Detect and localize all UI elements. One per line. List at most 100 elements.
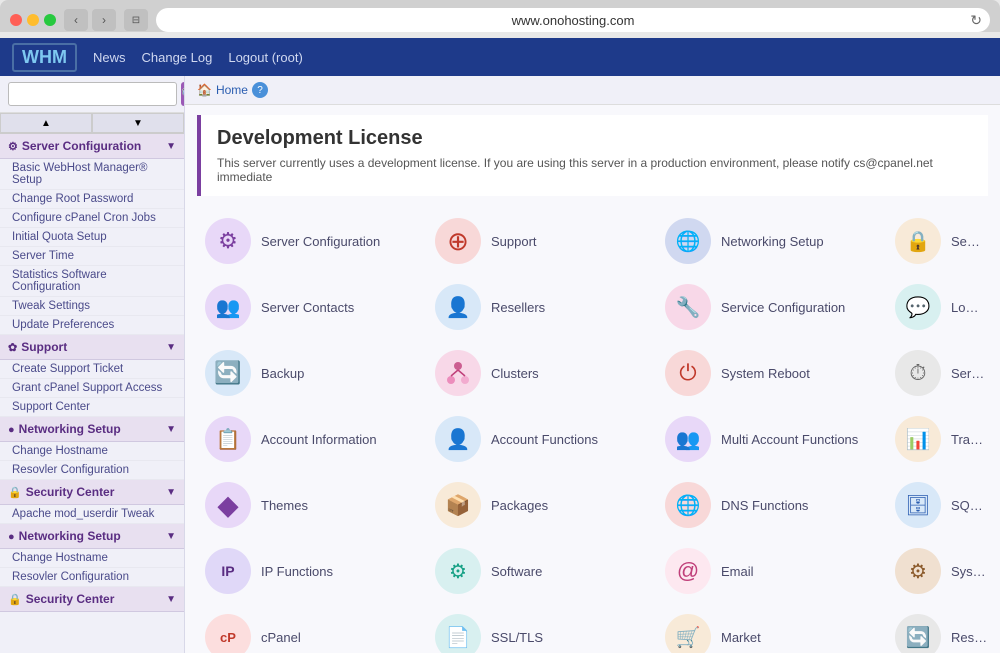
security-icon: 🔒 <box>8 487 22 499</box>
dns-grid-icon: 🌐 <box>665 482 711 528</box>
grid-row-7: cP cPanel 📄 SSL/TLS 🛒 Market 🔄 Res… <box>197 604 988 653</box>
back-button[interactable]: ‹ <box>64 9 88 31</box>
grid-container: ⚙ Server Configuration ⊕ Support 🌐 Netwo… <box>185 204 1000 653</box>
sidebar-item-tweak-settings[interactable]: Tweak Settings <box>0 297 184 316</box>
grid-item-server-info[interactable]: ⏱ Ser… <box>887 340 1000 406</box>
ip-grid-icon: IP <box>205 548 251 594</box>
grid-item-label: Clusters <box>491 366 539 381</box>
sidebar-section-security-2[interactable]: 🔒Security Center ▼ <box>0 587 184 612</box>
grid-item-label: Ser… <box>951 366 984 381</box>
layout-button[interactable]: ⊟ <box>124 9 148 31</box>
sys-health-grid-icon: ⚙ <box>895 548 941 594</box>
help-icon[interactable]: ? <box>252 82 268 98</box>
whm-logo-text: WHM <box>22 47 67 67</box>
sidebar-item-resolver-config[interactable]: Resovler Configuration <box>0 461 184 480</box>
grid-item-label: SQ… <box>951 498 983 513</box>
grid-item-label: Service Configuration <box>721 300 845 315</box>
grid-item-restore[interactable]: 🔄 Res… <box>887 604 1000 653</box>
grid-item-ip-functions[interactable]: IP IP Functions <box>197 538 427 604</box>
grid-item-sql[interactable]: 🗄 SQ… <box>887 472 1000 538</box>
app-container: WHM News Change Log Logout (root) 🔍 ▲ ▼ … <box>0 38 1000 653</box>
sidebar-item-cron-jobs[interactable]: Configure cPanel Cron Jobs <box>0 209 184 228</box>
nav-changelog[interactable]: Change Log <box>142 50 213 65</box>
grid-item-clusters[interactable]: Clusters <box>427 340 657 406</box>
grid-item-label: DNS Functions <box>721 498 808 513</box>
sidebar-section-security[interactable]: 🔒Security Center ▼ <box>0 480 184 505</box>
clusters-grid-icon <box>435 350 481 396</box>
grid-item-label: cPanel <box>261 630 301 645</box>
grid-item-transfer[interactable]: 📊 Tra… <box>887 406 1000 472</box>
resellers-grid-icon: 👤 <box>435 284 481 330</box>
sidebar-item-basic-setup[interactable]: Basic WebHost Manager® Setup <box>0 159 184 190</box>
close-button[interactable] <box>10 14 22 26</box>
grid-item-packages[interactable]: 📦 Packages <box>427 472 657 538</box>
home-link[interactable]: Home <box>216 83 248 97</box>
grid-item-themes[interactable]: ◆ Themes <box>197 472 427 538</box>
sidebar-item-resolver-config-2[interactable]: Resovler Configuration <box>0 568 184 587</box>
grid-item-market[interactable]: 🛒 Market <box>657 604 887 653</box>
grid-item-label: System Reboot <box>721 366 810 381</box>
sidebar-section-server-config[interactable]: ⚙Server Configuration ▼ <box>0 134 184 159</box>
grid-item-account-info[interactable]: 📋 Account Information <box>197 406 427 472</box>
search-input[interactable] <box>8 82 177 106</box>
grid-item-multi-account[interactable]: 👥 Multi Account Functions <box>657 406 887 472</box>
grid-item-networking[interactable]: 🌐 Networking Setup <box>657 208 887 274</box>
grid-item-account-functions[interactable]: 👤 Account Functions <box>427 406 657 472</box>
grid-item-server-contacts[interactable]: 👥 Server Contacts <box>197 274 427 340</box>
sidebar-item-grant-access[interactable]: Grant cPanel Support Access <box>0 379 184 398</box>
maximize-button[interactable] <box>44 14 56 26</box>
grid-item-resellers[interactable]: 👤 Resellers <box>427 274 657 340</box>
scroll-row: ▲ ▼ <box>0 113 184 134</box>
grid-item-software[interactable]: ⚙ Software <box>427 538 657 604</box>
breadcrumb: 🏠 Home ? <box>185 76 1000 105</box>
grid-item-label: Themes <box>261 498 308 513</box>
chevron-down-icon: ▼ <box>166 141 176 152</box>
sidebar-item-change-hostname-2[interactable]: Change Hostname <box>0 549 184 568</box>
networking-icon: ● <box>8 424 15 436</box>
nav-news[interactable]: News <box>93 50 126 65</box>
locale-grid-icon: 💬 <box>895 284 941 330</box>
grid-item-locale[interactable]: 💬 Lo… <box>887 274 1000 340</box>
grid-item-service-config[interactable]: 🔧 Service Configuration <box>657 274 887 340</box>
account-functions-grid-icon: 👤 <box>435 416 481 462</box>
sidebar-item-server-time[interactable]: Server Time <box>0 247 184 266</box>
scroll-up-button[interactable]: ▲ <box>0 113 92 133</box>
email-grid-icon: @ <box>665 548 711 594</box>
grid-item-dns[interactable]: 🌐 DNS Functions <box>657 472 887 538</box>
sidebar-item-mod-userdir[interactable]: Apache mod_userdir Tweak <box>0 505 184 524</box>
sidebar-item-support-center[interactable]: Support Center <box>0 398 184 417</box>
grid-row-3: 🔄 Backup Clusters ⏻ System Reboot <box>197 340 988 406</box>
address-bar[interactable]: www.onohosting.com ↻ <box>156 8 990 32</box>
grid-item-security[interactable]: 🔒 Se… <box>887 208 1000 274</box>
forward-button[interactable]: › <box>92 9 116 31</box>
grid-item-sys-health[interactable]: ⚙ Sys… <box>887 538 1000 604</box>
grid-item-label: Res… <box>951 630 987 645</box>
grid-item-label: Server Configuration <box>261 234 380 249</box>
sidebar-item-create-ticket[interactable]: Create Support Ticket <box>0 360 184 379</box>
grid-item-cpanel[interactable]: cP cPanel <box>197 604 427 653</box>
ssl-grid-icon: 📄 <box>435 614 481 653</box>
sql-grid-icon: 🗄 <box>895 482 941 528</box>
grid-item-server-config[interactable]: ⚙ Server Configuration <box>197 208 427 274</box>
grid-item-label: Server Contacts <box>261 300 354 315</box>
sidebar-section-networking-2[interactable]: ●Networking Setup ▼ <box>0 524 184 549</box>
dev-license-title: Development License <box>217 127 972 150</box>
sidebar-item-root-password[interactable]: Change Root Password <box>0 190 184 209</box>
sidebar-section-networking[interactable]: ●Networking Setup ▼ <box>0 417 184 442</box>
sidebar-item-update-prefs[interactable]: Update Preferences <box>0 316 184 335</box>
cpanel-grid-icon: cP <box>205 614 251 653</box>
grid-item-support[interactable]: ⊕ Support <box>427 208 657 274</box>
grid-item-email[interactable]: @ Email <box>657 538 887 604</box>
grid-item-ssl[interactable]: 📄 SSL/TLS <box>427 604 657 653</box>
sidebar-item-quota-setup[interactable]: Initial Quota Setup <box>0 228 184 247</box>
contacts-grid-icon: 👥 <box>205 284 251 330</box>
sidebar-item-stats-software[interactable]: Statistics Software Configuration <box>0 266 184 297</box>
grid-item-system-reboot[interactable]: ⏻ System Reboot <box>657 340 887 406</box>
sidebar-section-support[interactable]: ✿Support ▼ <box>0 335 184 360</box>
refresh-button[interactable]: ↻ <box>970 12 982 29</box>
grid-item-backup[interactable]: 🔄 Backup <box>197 340 427 406</box>
nav-logout[interactable]: Logout (root) <box>228 50 302 65</box>
scroll-down-button[interactable]: ▼ <box>92 113 184 133</box>
minimize-button[interactable] <box>27 14 39 26</box>
sidebar-item-change-hostname[interactable]: Change Hostname <box>0 442 184 461</box>
